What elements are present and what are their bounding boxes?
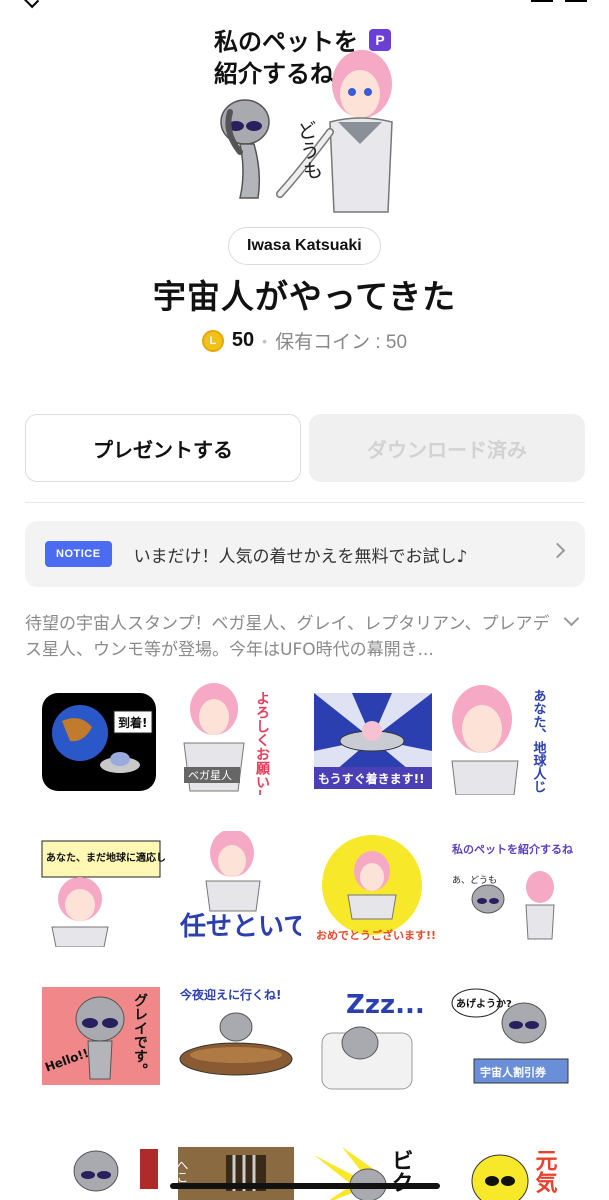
sticker-item[interactable]: もうすぐ着きます!! [312, 691, 437, 803]
price-amount: 50 [231, 329, 255, 351]
notice-text: いまだけ！人気の着せかえを無料でお試し♪ [133, 546, 468, 567]
sticker-item[interactable]: 到着! [40, 691, 165, 803]
chevron-right-icon [549, 542, 566, 559]
sticker-item[interactable]: 今夜迎えに行くね! [176, 983, 301, 1095]
status-indicator [565, 0, 587, 2]
sticker-label: あげようか? [456, 997, 512, 1010]
notice-banner[interactable]: NOTICE いまだけ！人気の着せかえを無料でお試し♪ [25, 521, 585, 587]
sticker-tag: 宇宙人割引券 [480, 1065, 547, 1079]
expand-description-icon[interactable] [563, 610, 580, 627]
price-row: L 50 • 保有コイン : 50 [0, 327, 609, 354]
main-caption-top: 私のペットを [214, 27, 358, 56]
sticker-item[interactable]: ビク [312, 1145, 437, 1200]
sticker-item[interactable]: あなた、地球人じゃないわね [448, 683, 573, 795]
sticker-item[interactable]: Hello!! グレイです。 [40, 983, 165, 1095]
owned-coins: 保有コイン : 50 [275, 332, 408, 353]
sticker-label: へこ [176, 1159, 189, 1183]
gift-button[interactable]: プレゼントする [25, 414, 301, 482]
sticker-label: 到着! [118, 715, 147, 730]
author-link[interactable]: Iwasa Katsuaki [228, 227, 381, 265]
sticker-item[interactable]: あげようか? 宇宙人割引券 [448, 983, 573, 1095]
home-indicator [170, 1183, 440, 1189]
sticker-item[interactable] [40, 1145, 165, 1200]
sticker-item[interactable]: ベガ星人 よろしくお願いします [176, 683, 301, 795]
divider [25, 502, 585, 503]
sticker-label: 私のペットを紹介するね [452, 842, 573, 856]
sticker-item[interactable]: おめでとうございます!! [312, 835, 437, 947]
sticker-label: 任せといて [179, 912, 301, 942]
sticker-item[interactable]: Zzz... [312, 983, 437, 1095]
downloaded-button: ダウンロード済み [309, 414, 585, 482]
premium-badge: P [369, 29, 391, 51]
status-bar-fragment [0, 0, 609, 9]
sticker-item[interactable]: 私のペットを紹介するね あ、どうも [448, 835, 573, 947]
sticker-label: あなた、まだ地球に適応してないわね… [46, 851, 165, 864]
sticker-item[interactable]: へこ [176, 1145, 301, 1200]
line-coin-icon: L [201, 329, 224, 352]
sticker-tag: あ、どうも [452, 875, 497, 886]
sticker-item[interactable]: 任せといて [176, 831, 301, 943]
sticker-set-title: 宇宙人がやってきた [152, 277, 457, 316]
sticker-item[interactable]: あなた、まだ地球に適応してないわね… [40, 835, 165, 947]
notice-tag: NOTICE [45, 541, 112, 567]
sticker-label: 今夜迎えに行くね! [179, 987, 281, 1002]
sticker-label: よろしくお願いします [254, 691, 270, 795]
description: 待望の宇宙人スタンプ！ベガ星人、グレイ、レプタリアン、プレアデス星人、ウンモ等が… [25, 614, 550, 660]
sticker-item[interactable]: 元気 [448, 1145, 573, 1200]
main-caption-bottom: 紹介するね [214, 59, 334, 88]
sticker-label: もうすぐ着きます!! [318, 771, 425, 786]
sticker-label: Zzz... [346, 990, 425, 1020]
sticker-label: 元気 [532, 1149, 558, 1194]
sticker-tag: ベガ星人 [188, 769, 232, 782]
back-chevron-icon[interactable] [20, 0, 40, 9]
sticker-label: グレイです。 [132, 992, 148, 1077]
sticker-label: おめでとうございます!! [316, 928, 436, 942]
sticker-label: あなた、地球人じゃないわね [531, 689, 547, 795]
status-indicator [531, 0, 553, 2]
price-separator: • [262, 332, 268, 349]
